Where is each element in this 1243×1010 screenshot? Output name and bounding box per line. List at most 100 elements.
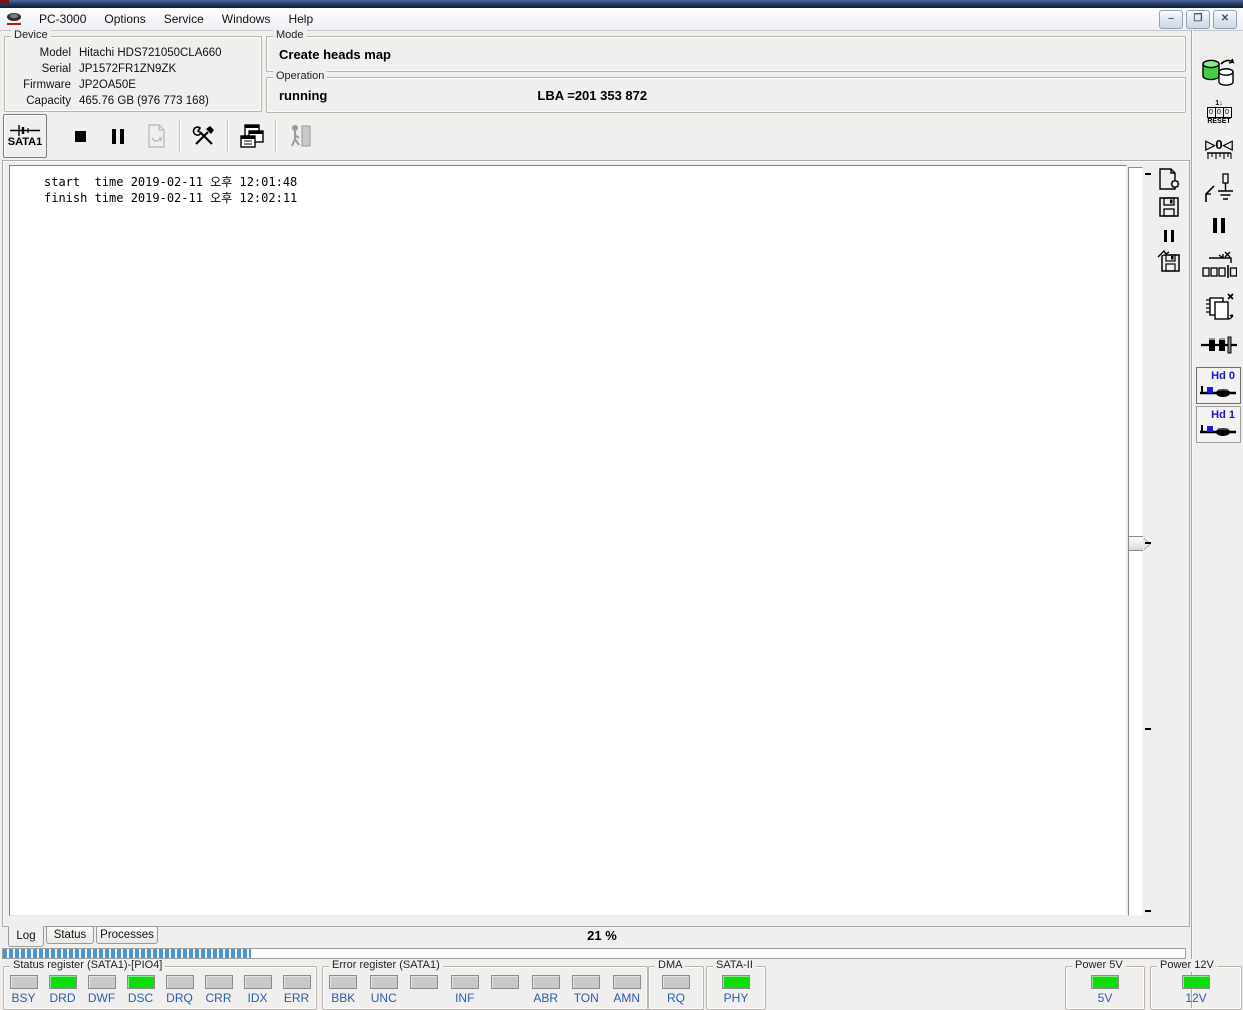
led-idx — [243, 975, 272, 989]
log-settings-button[interactable] — [1153, 166, 1185, 192]
led-5v — [1091, 975, 1119, 989]
stop-icon — [74, 130, 86, 142]
led-drq — [165, 975, 194, 989]
disk-copy-icon — [1202, 58, 1235, 86]
led-abr — [531, 975, 560, 989]
menu-options[interactable]: Options — [95, 9, 154, 29]
menu-pc3000[interactable]: PC-3000 — [30, 9, 95, 29]
device-capacity-value: 465.76 GB (976 773 168) — [79, 95, 209, 107]
dma-panel: DMA RQ — [648, 959, 704, 1010]
menu-service[interactable]: Service — [155, 9, 213, 29]
report-icon — [148, 124, 165, 148]
tools-button[interactable] — [185, 117, 223, 155]
led-err — [282, 975, 311, 989]
led-dsc — [126, 975, 155, 989]
mode-panel-title: Mode — [273, 29, 307, 42]
trackbar-tick — [1145, 728, 1151, 730]
power5v-title: Power 5V — [1072, 959, 1126, 972]
power12v-title: Power 12V — [1157, 959, 1217, 972]
sata2-title: SATA-II — [713, 959, 756, 972]
progress-fill — [3, 949, 252, 958]
led-12v — [1182, 975, 1210, 989]
bus-terminator-icon — [1201, 336, 1237, 354]
device-model-value: Hitachi HDS721050CLA660 — [79, 47, 222, 59]
stop-button[interactable] — [61, 117, 99, 155]
pause-icon — [1164, 230, 1174, 242]
titlebar — [0, 0, 1243, 8]
tab-processes[interactable]: Processes — [96, 926, 158, 944]
operation-lba: LBA =201 353 872 — [537, 88, 648, 103]
minimize-button[interactable]: – — [1159, 9, 1183, 29]
led-rq — [662, 975, 690, 989]
toolbar-separator — [275, 119, 277, 153]
report-button[interactable] — [137, 117, 175, 155]
titlebar-red-mark — [0, 0, 9, 4]
bottom-tabs: Log Status Processes 21 % — [2, 925, 1188, 948]
sata1-port-button[interactable]: SATA1 — [3, 114, 47, 158]
menu-help[interactable]: Help — [279, 9, 322, 29]
trackbar-tick — [1145, 910, 1151, 912]
trackbar-thumb[interactable] — [1128, 536, 1143, 551]
hand-floppy-icon — [1157, 249, 1180, 272]
head-actuator-icon — [1200, 425, 1236, 436]
operation-panel: Operation running LBA =201 353 872 — [266, 70, 1186, 113]
ruler-icon — [1207, 152, 1232, 159]
led-amn — [612, 975, 641, 989]
save-log-button[interactable] — [1153, 194, 1185, 220]
pause-icon — [112, 128, 124, 144]
pause-button[interactable] — [99, 117, 137, 155]
progress-bar — [2, 948, 1186, 959]
menu-windows[interactable]: Windows — [213, 9, 280, 29]
zero-gauge-icon: ▷0◁ — [1205, 137, 1233, 152]
floppy-save-icon — [1159, 197, 1179, 217]
device-panel-title: Device — [11, 29, 51, 42]
sidebar-separator — [1191, 30, 1193, 1010]
head-1-button[interactable]: Hd 1 — [1196, 406, 1241, 443]
led-crr — [204, 975, 233, 989]
led-phy — [722, 975, 750, 989]
log-trackbar[interactable] — [1128, 167, 1143, 916]
reset-button[interactable]: 1↓ 000 RESET — [1198, 100, 1240, 125]
led-ton — [572, 975, 601, 989]
led-inf — [450, 975, 479, 989]
led-unc — [369, 975, 398, 989]
device-serial-label: Serial — [41, 63, 71, 75]
window-controls: – ❐ ✕ — [1159, 9, 1243, 29]
power-switch-button[interactable] — [1198, 172, 1240, 208]
head-actuator-icon — [1200, 386, 1236, 397]
led-blank — [410, 975, 439, 989]
led-dwf — [87, 975, 116, 989]
close-button[interactable]: ✕ — [1213, 9, 1237, 29]
restore-button[interactable]: ❐ — [1186, 9, 1210, 29]
save-as-button[interactable] — [1153, 248, 1185, 274]
trackbar-tick — [1145, 542, 1151, 544]
head-0-label: Hd 0 — [1211, 370, 1235, 382]
log-output[interactable]: start time 2019-02-11 오후 12:01:48 finish… — [9, 165, 1127, 916]
power12v-panel: Power 12V 12V — [1150, 959, 1242, 1010]
pause-log-button[interactable] — [1153, 223, 1185, 249]
operation-status: running — [279, 88, 328, 103]
pause-icon — [1213, 218, 1225, 233]
switch-circuit-icon — [1205, 173, 1233, 202]
device-serial-value: JP1572FR1ZN9ZK — [79, 63, 177, 75]
pause-process-button[interactable] — [1198, 218, 1240, 233]
close-tasks-button[interactable] — [1198, 290, 1240, 324]
tab-status[interactable]: Status — [46, 926, 94, 944]
app-icon[interactable] — [6, 12, 24, 26]
device-model-label: Model — [39, 47, 71, 59]
sata2-panel: SATA-II PHY — [706, 959, 766, 1010]
head-0-button[interactable]: Hd 0 — [1196, 367, 1241, 404]
exit-button[interactable] — [281, 117, 319, 155]
status-register-panel: Status register (SATA1)-[PIO4] BSY DRD D… — [3, 959, 317, 1010]
documents-close-icon — [1206, 293, 1234, 320]
log-panel: start time 2019-02-11 오후 12:01:48 finish… — [2, 160, 1190, 927]
pc3000-window: PC-3000 Options Service Windows Help – ❐… — [0, 0, 1243, 1010]
registers-button[interactable] — [1198, 250, 1240, 280]
recalibrate-button[interactable]: ▷0◁ — [1198, 138, 1240, 160]
reset-icon-top: 1↓ — [1215, 100, 1223, 107]
tab-log[interactable]: Log — [8, 926, 44, 947]
dma-title: DMA — [655, 959, 686, 972]
disk-copy-button[interactable] — [1198, 52, 1240, 92]
windows-cascade-button[interactable] — [233, 117, 271, 155]
bus-terminator-button[interactable] — [1198, 334, 1240, 356]
